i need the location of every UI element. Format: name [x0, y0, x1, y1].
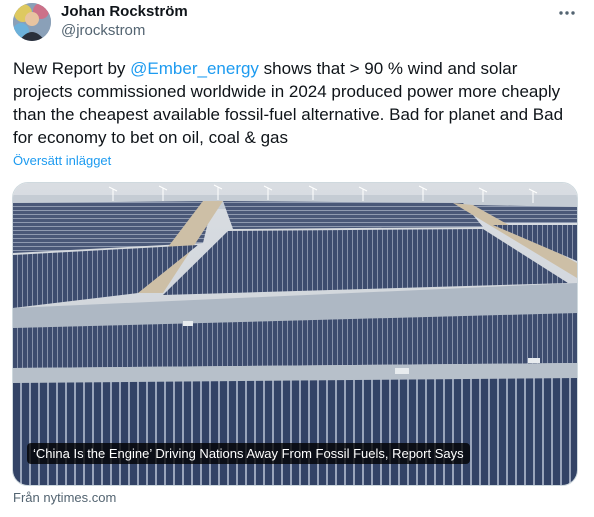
- card-headline[interactable]: ‘China Is the Engine’ Driving Nations Aw…: [27, 443, 470, 464]
- author-name[interactable]: Johan Rockström: [61, 3, 188, 20]
- author-handle[interactable]: @jrockstrom: [61, 22, 145, 39]
- card-source[interactable]: Från nytimes.com: [13, 490, 116, 505]
- avatar[interactable]: [13, 3, 51, 41]
- more-options-icon[interactable]: [556, 2, 578, 24]
- link-card[interactable]: ‘China Is the Engine’ Driving Nations Aw…: [12, 182, 578, 486]
- tweet-text-start: New Report by: [13, 59, 131, 78]
- card-image[interactable]: [13, 183, 577, 485]
- mention-link[interactable]: @Ember_energy: [130, 59, 259, 78]
- translate-post-link[interactable]: Översätt inlägget: [13, 153, 111, 168]
- tweet-text: New Report by @Ember_energy shows that >…: [13, 57, 578, 149]
